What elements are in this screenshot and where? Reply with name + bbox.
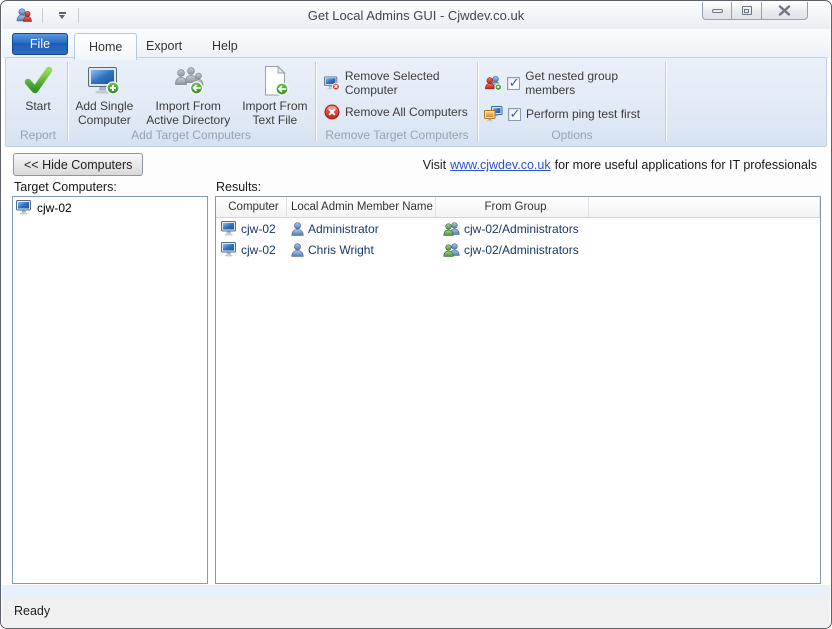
computer-icon: [221, 242, 236, 257]
remove-all-icon: [324, 104, 340, 120]
minimize-icon: [711, 8, 723, 13]
column-header-member-name[interactable]: Local Admin Member Name: [287, 197, 436, 217]
start-check-icon: [24, 66, 53, 94]
active-directory-import-icon: [175, 67, 204, 95]
ribbon-group-add-target-computers: Add Single Computer Import From Active D…: [68, 60, 314, 144]
minimize-button[interactable]: [702, 2, 732, 20]
tab-help[interactable]: Help: [198, 33, 252, 58]
remove-all-computers-button[interactable]: Remove All Computers: [324, 104, 478, 120]
column-header-computer[interactable]: Computer: [216, 197, 287, 217]
result-member-name: Chris Wright: [308, 242, 374, 257]
computer-add-icon: [88, 67, 120, 95]
status-text: Ready: [14, 604, 51, 618]
perform-ping-test-option: Perform ping test first: [484, 106, 666, 122]
ribbon-group-remove-target-computers: Remove Selected Computer Remove All Comp…: [316, 60, 478, 144]
result-row[interactable]: cjw-02 Chris Wright cjw-02/Administrator…: [216, 239, 820, 260]
group-label-options: Options: [551, 128, 593, 142]
group-label-add-target-computers: Add Target Computers: [131, 128, 251, 142]
result-row[interactable]: cjw-02 Administrator cjw-02/Administrato…: [216, 218, 820, 239]
ribbon-group-options: Get nested group members Perform ping te…: [478, 60, 666, 144]
computer-name: cjw-02: [37, 200, 72, 215]
window-controls: [702, 2, 808, 20]
group-label-report: Report: [19, 128, 57, 142]
visit-prefix-text: Visit: [422, 158, 447, 172]
nested-groups-icon: [485, 75, 502, 91]
close-icon: [778, 5, 791, 16]
results-label: Results:: [216, 180, 262, 194]
result-from-group: cjw-02/Administrators: [464, 242, 579, 257]
remove-all-computers-label: Remove All Computers: [345, 105, 468, 119]
column-header-blank[interactable]: [589, 197, 820, 217]
visit-link-line: Visit www.cjwdev.co.uk for more useful a…: [423, 158, 817, 172]
ribbon: Start Report Add Single Computer Import …: [5, 57, 827, 147]
remove-selected-computer-button[interactable]: Remove Selected Computer: [324, 69, 478, 97]
group-label-remove-target-computers: Remove Target Computers: [325, 128, 469, 142]
main-content: << Hide Computers Visit www.cjwdev.co.uk…: [2, 148, 830, 585]
results-header: Computer Local Admin Member Name From Gr…: [216, 197, 820, 218]
start-button[interactable]: Start: [22, 65, 54, 114]
user-icon: [291, 221, 304, 236]
remove-selected-computer-label: Remove Selected Computer: [344, 69, 440, 97]
ping-test-icon: [484, 106, 503, 122]
get-nested-group-members-option: Get nested group members: [484, 69, 666, 97]
computer-list-item[interactable]: cjw-02: [13, 197, 207, 217]
maximize-icon: [741, 6, 752, 15]
hide-computers-button[interactable]: << Hide Computers: [13, 153, 144, 176]
computer-icon: [16, 200, 31, 215]
add-single-computer-label: Add Single Computer: [75, 99, 134, 127]
status-bar: Ready: [2, 598, 830, 628]
column-header-from-group[interactable]: From Group: [436, 197, 589, 217]
ribbon-tab-row: File Home Export Help: [2, 29, 830, 60]
import-from-active-directory-label: Import From Active Directory: [146, 99, 231, 127]
visit-suffix-text: for more useful applications for IT prof…: [554, 158, 817, 172]
text-file-import-icon: [264, 65, 289, 96]
group-icon: [443, 242, 460, 257]
group-icon: [443, 221, 460, 236]
tab-export[interactable]: Export: [132, 33, 196, 58]
computer-icon: [221, 221, 236, 236]
result-computer: cjw-02: [241, 221, 276, 236]
get-nested-group-members-label: Get nested group members: [525, 69, 619, 97]
title-bar: Get Local Admins GUI - Cjwdev.co.uk: [2, 2, 830, 29]
start-button-label: Start: [25, 99, 51, 113]
app-window: Get Local Admins GUI - Cjwdev.co.uk File…: [0, 0, 832, 629]
form-background-strip: [2, 585, 830, 598]
import-from-active-directory-button[interactable]: Import From Active Directory: [141, 65, 236, 127]
computer-remove-icon: [324, 75, 340, 91]
maximize-button[interactable]: [732, 2, 762, 20]
result-member-name: Administrator: [308, 221, 379, 236]
tab-home[interactable]: Home: [74, 33, 138, 60]
perform-ping-test-label: Perform ping test first: [526, 107, 641, 121]
cjwdev-link[interactable]: www.cjwdev.co.uk: [450, 158, 551, 172]
user-icon: [291, 242, 304, 257]
target-computers-label: Target Computers:: [14, 180, 117, 194]
result-from-group: cjw-02/Administrators: [464, 221, 579, 236]
results-list[interactable]: Computer Local Admin Member Name From Gr…: [215, 196, 821, 584]
close-button[interactable]: [762, 2, 808, 20]
import-from-text-file-button[interactable]: Import From Text File: [236, 65, 314, 127]
get-nested-group-members-checkbox[interactable]: [507, 75, 521, 91]
tab-file[interactable]: File: [12, 33, 68, 55]
perform-ping-test-checkbox[interactable]: [508, 106, 521, 122]
target-computers-list[interactable]: cjw-02: [12, 196, 208, 584]
group-separator: [665, 62, 666, 142]
add-single-computer-button[interactable]: Add Single Computer: [68, 65, 141, 127]
import-from-text-file-label: Import From Text File: [242, 99, 308, 127]
ribbon-group-report: Start Report: [10, 60, 66, 144]
result-computer: cjw-02: [241, 242, 276, 257]
